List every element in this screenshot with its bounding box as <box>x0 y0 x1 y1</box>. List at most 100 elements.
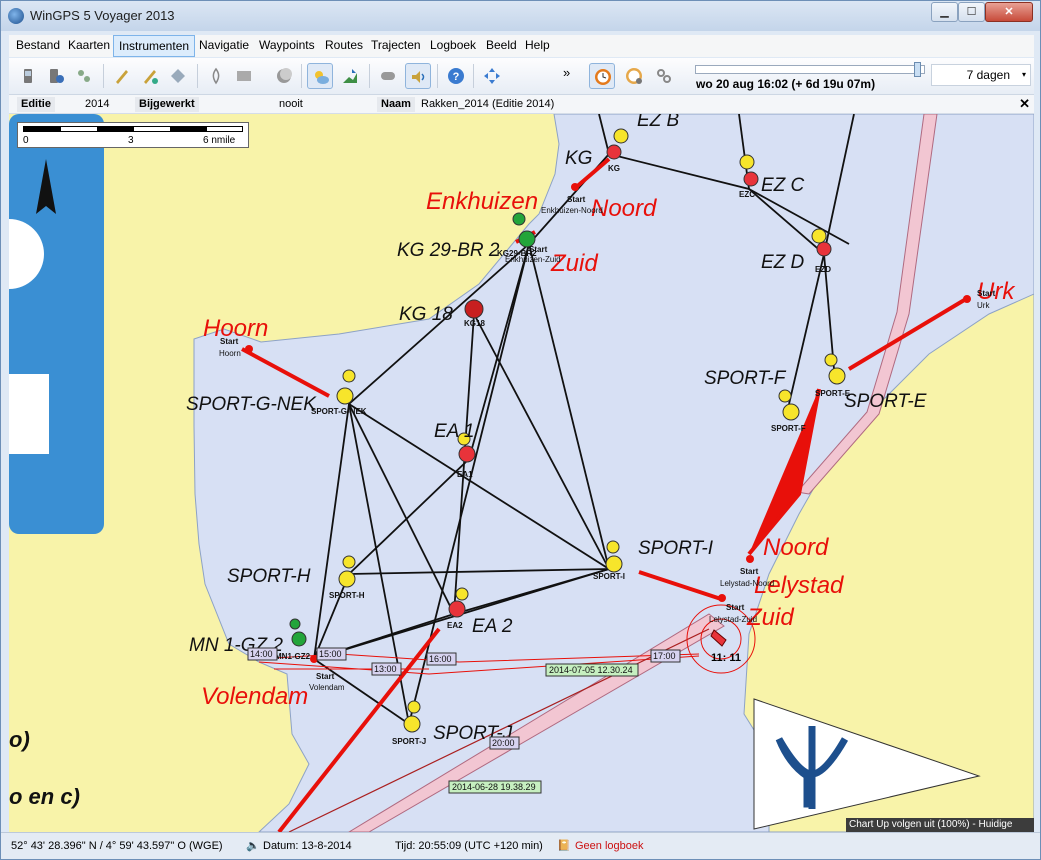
menu-trajecten[interactable]: Trajecten <box>366 35 426 57</box>
svg-text:?: ? <box>453 71 460 83</box>
chart-info-bar: Editie 2014 Bijgewerkt nooit Naam Rakken… <box>9 95 1034 114</box>
sound-button[interactable] <box>375 63 401 89</box>
date-tag: 2014-06-28 19.38.29 <box>452 782 536 792</box>
name-label: Naam <box>377 97 415 112</box>
mark-sport-i: SPORT-I <box>638 538 714 559</box>
tide-icon <box>343 69 357 83</box>
time-slider-thumb[interactable] <box>914 62 921 77</box>
pen-icon <box>116 70 128 84</box>
book-icon <box>237 71 251 81</box>
close-button[interactable]: ✕ <box>985 2 1033 22</box>
close-icon[interactable]: ✕ <box>1019 95 1030 113</box>
start-label: Start <box>567 195 586 204</box>
menu-navigatie[interactable]: Navigatie <box>194 35 254 57</box>
anchor-button[interactable] <box>203 63 229 89</box>
time-tag: 17:00 <box>653 651 676 661</box>
toolbar-separator <box>197 64 198 88</box>
pen-button[interactable] <box>109 63 135 89</box>
mark-sport-e: SPORT-E <box>844 391 927 412</box>
buoy-sport-e-label: SPORT-E <box>815 389 851 398</box>
date-tag: 2014-07-05 12.30.24 <box>549 665 633 675</box>
maximize-button[interactable]: ☐ <box>958 2 985 22</box>
mark-sport-f: SPORT-F <box>704 368 787 389</box>
start-label: Start <box>316 672 335 681</box>
buoy-ezd-label: EZD <box>815 265 831 274</box>
scale-label-0: 0 <box>23 135 29 146</box>
advertisement-panel <box>9 114 104 534</box>
menu-beeld[interactable]: Beeld <box>481 35 522 57</box>
volume-button[interactable] <box>405 63 431 89</box>
app-logo-icon <box>8 8 24 24</box>
mark-ez-c: EZ C <box>761 175 805 196</box>
toolbar-overflow-button[interactable]: » <box>563 63 579 89</box>
mark-sport-g-nek: SPORT-G-NEK <box>186 394 317 415</box>
start-label: Start <box>740 567 759 576</box>
gps-button[interactable] <box>15 63 41 89</box>
book-button[interactable] <box>231 63 267 89</box>
time-tag: 16:00 <box>429 654 452 664</box>
waypoint-button[interactable] <box>165 63 191 89</box>
move-button[interactable] <box>479 63 515 89</box>
minimize-button[interactable]: ▁ <box>931 2 958 22</box>
scale-bar: 0 3 6 nmile <box>17 122 249 148</box>
sound-icon <box>381 72 395 80</box>
mark-ea-2: EA 2 <box>472 616 513 637</box>
chart-canvas[interactable]: 11: 11 Enkhuizen Noord Zuid Hoorn Urk No… <box>9 114 1034 832</box>
time-slider-track[interactable] <box>695 65 925 74</box>
weather-button[interactable] <box>307 63 333 89</box>
menu-routes[interactable]: Routes <box>320 35 368 57</box>
buoy-mn1-label: MN1-GZ2 <box>275 652 311 661</box>
menu-help[interactable]: Help <box>520 35 555 57</box>
time-display: wo 20 aug 16:02 (+ 6d 19u 07m) <box>696 77 876 91</box>
app-window: WinGPS 5 Voyager 2013 ▁ ☐ ✕ Bestand Kaar… <box>0 0 1041 860</box>
mark-ez-b: EZ B <box>637 114 680 131</box>
menu-logboek[interactable]: Logboek <box>425 35 481 57</box>
chart-map[interactable]: 11: 11 Enkhuizen Noord Zuid Hoorn Urk No… <box>9 114 1034 832</box>
menu-waypoints[interactable]: Waypoints <box>254 35 320 57</box>
pen-add-button[interactable] <box>137 63 163 89</box>
days-select[interactable]: 7 dagen ▾ <box>931 64 1031 86</box>
chain-button[interactable] <box>651 63 677 89</box>
partial-text-2: o en c) <box>9 784 80 809</box>
satellites-icon <box>78 70 90 82</box>
start-name: Volendam <box>309 683 345 692</box>
toolbar: ? » wo 20 aug 16:02 (+ 6d 19u 07m) 7 dag… <box>9 58 1034 95</box>
gps-icon <box>24 69 32 83</box>
menu-instrumenten[interactable]: Instrumenten <box>113 35 196 57</box>
pen-add-icon <box>144 70 158 84</box>
title-bar: WinGPS 5 Voyager 2013 ▁ ☐ ✕ <box>1 1 1040 31</box>
buoy-sport-f-label: SPORT-F <box>771 424 806 433</box>
moon-button[interactable] <box>271 63 297 89</box>
clock-button[interactable] <box>589 63 615 89</box>
menu-bestand[interactable]: Bestand <box>11 35 65 57</box>
time-tag: 20:00 <box>492 738 515 748</box>
tide-button[interactable] <box>337 63 363 89</box>
satellites-button[interactable] <box>71 63 97 89</box>
buoy-ezc-label: EZC <box>739 190 755 199</box>
toolbar-separator <box>103 64 104 88</box>
chevron-down-icon: ▾ <box>1021 70 1026 79</box>
toolbar-separator <box>301 64 302 88</box>
chain-icon <box>657 69 671 83</box>
window-title: WinGPS 5 Voyager 2013 <box>30 8 175 23</box>
help-icon: ? <box>448 68 464 84</box>
mark-kg-29-br-2: KG 29-BR 2 <box>397 240 500 261</box>
waypoint-icon <box>171 69 185 83</box>
partial-text-1: o) <box>9 727 30 752</box>
edition-label: Editie <box>17 97 55 112</box>
menu-kaarten[interactable]: Kaarten <box>63 35 115 57</box>
clock-settings-button[interactable] <box>621 63 647 89</box>
help-button[interactable]: ? <box>443 63 469 89</box>
gps-info-button[interactable] <box>43 63 69 89</box>
weather-icon <box>315 71 329 84</box>
logbook-status[interactable]: Geen logboek <box>575 833 644 859</box>
chart-up-overlay: Chart Up volgen uit (100%) - Huidige pos… <box>846 818 1034 832</box>
scale-label-6: 6 nmile <box>203 135 236 146</box>
buoy-ea1-label: EA1 <box>457 470 473 479</box>
label-enkhuizen: Enkhuizen <box>426 188 538 215</box>
start-name: Hoorn <box>219 349 241 358</box>
updated-label: Bijgewerkt <box>135 97 199 112</box>
mark-kg-18: KG 18 <box>399 304 453 325</box>
buoy-sport-i-label: SPORT-I <box>593 572 625 581</box>
buoy-sport-j-label: SPORT-J <box>392 737 426 746</box>
